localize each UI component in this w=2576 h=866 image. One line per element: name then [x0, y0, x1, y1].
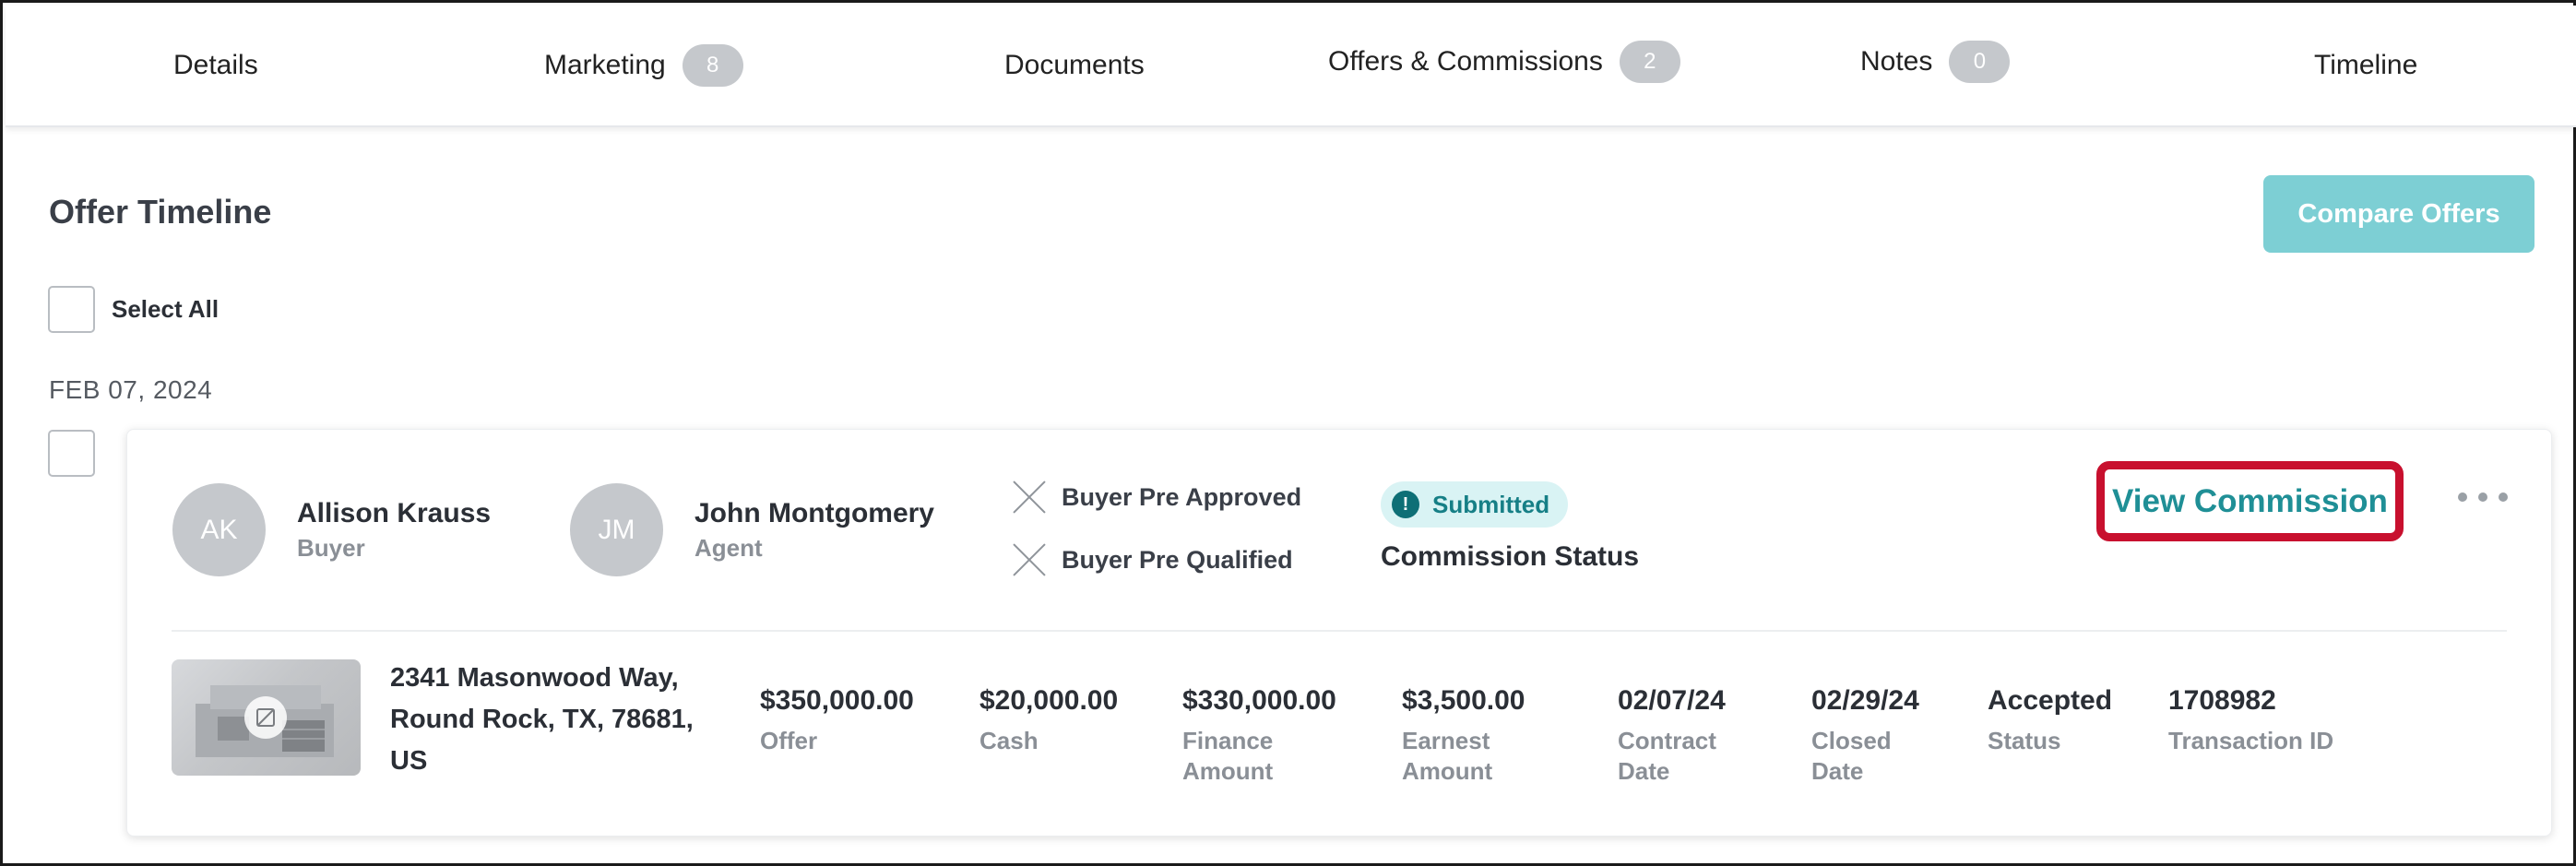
commission-status-label: Commission Status — [1381, 541, 1640, 572]
finance-amount-label: Finance Amount — [1182, 727, 1274, 785]
select-all-checkbox[interactable] — [48, 286, 95, 333]
agent-role: Agent — [694, 534, 763, 562]
buyer-name: Allison Krauss — [297, 498, 492, 528]
compare-offers-button[interactable]: Compare Offers — [2263, 175, 2534, 253]
app-frame: Details Marketing 8 Documents Offers & C… — [0, 0, 2576, 866]
closed-date-value: 02/29/24 — [1811, 685, 1919, 716]
tab-label: Timeline — [2314, 50, 2418, 80]
status-value: Accepted — [1988, 685, 2113, 716]
x-icon — [1011, 479, 1048, 516]
buyer-pre-qualified-label: Buyer Pre Qualified — [1062, 546, 1293, 574]
contract-date-label: Contract Date — [1618, 727, 1716, 785]
earnest-amount-value: $3,500.00 — [1402, 685, 1525, 716]
tab-documents[interactable]: Documents — [1004, 6, 1145, 125]
address-line: 2341 Masonwood Way, — [390, 663, 679, 693]
property-address: 2341 Masonwood Way, Round Rock, TX, 7868… — [390, 658, 713, 782]
page-title: Offer Timeline — [49, 193, 272, 231]
buyer-role: Buyer — [297, 534, 365, 562]
ellipsis-icon[interactable] — [2458, 483, 2508, 511]
image-placeholder-icon — [244, 696, 287, 739]
tab-notes[interactable]: Notes 0 — [1860, 2, 2011, 122]
agent-name: John Montgomery — [694, 498, 934, 528]
exclamation-icon: ! — [1392, 491, 1419, 518]
closed-date-label: Closed Date — [1811, 727, 1892, 785]
card-divider — [172, 630, 2507, 632]
tab-details[interactable]: Details — [173, 6, 258, 125]
cash-value: $20,000.00 — [979, 685, 1119, 716]
tab-label: Details — [173, 50, 258, 80]
count-badge: 8 — [682, 44, 743, 87]
view-commission-button[interactable]: View Commission — [2096, 461, 2404, 541]
tab-label: Marketing — [544, 50, 666, 80]
transaction-id-label: Transaction ID — [2168, 727, 2334, 754]
offer-row-checkbox[interactable] — [48, 430, 95, 477]
cash-label: Cash — [979, 727, 1039, 754]
tab-offers-commissions[interactable]: Offers & Commissions 2 — [1328, 2, 1680, 122]
address-line: Round Rock, TX, 78681, — [390, 705, 694, 734]
select-all-label: Select All — [112, 295, 220, 323]
tab-marketing[interactable]: Marketing 8 — [544, 6, 743, 125]
count-badge: 2 — [1619, 41, 1680, 83]
date-group-label: FEB 07, 2024 — [49, 375, 213, 404]
avatar: JM — [570, 483, 663, 576]
tab-label: Documents — [1004, 50, 1145, 80]
earnest-amount-label: Earnest Amount — [1402, 727, 1493, 785]
tab-bar: Details Marketing 8 Documents Offers & C… — [6, 6, 2576, 127]
count-badge: 0 — [1949, 41, 2011, 83]
property-thumbnail[interactable] — [172, 659, 361, 776]
status-label: Status — [1988, 727, 2061, 754]
transaction-id-value: 1708982 — [2168, 685, 2276, 716]
tab-timeline[interactable]: Timeline — [2314, 6, 2417, 125]
offer-label: Offer — [760, 727, 818, 754]
contract-date-value: 02/07/24 — [1618, 685, 1726, 716]
status-badge-label: Submitted — [1432, 490, 1550, 518]
x-icon — [1011, 541, 1048, 578]
offer-value: $350,000.00 — [760, 685, 914, 716]
tab-label: Offers & Commissions — [1328, 46, 1603, 77]
status-badge: ! Submitted — [1381, 481, 1569, 528]
address-line: US — [390, 746, 428, 776]
avatar: AK — [172, 483, 266, 576]
buyer-pre-approved-label: Buyer Pre Approved — [1062, 483, 1302, 511]
finance-amount-value: $330,000.00 — [1182, 685, 1336, 716]
tab-label: Notes — [1860, 46, 1933, 77]
